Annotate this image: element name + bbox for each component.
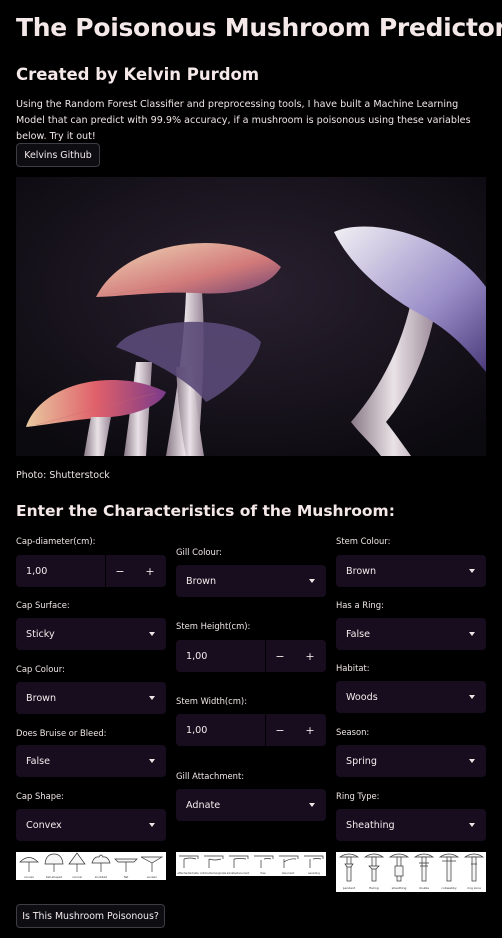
cap-colour-value: Brown [26,692,57,704]
ref-label: pendant [343,886,356,890]
cap-surface-select[interactable]: Sticky [16,618,166,650]
mushroom-photo [16,177,486,456]
ring-type-value: Sheathing [346,819,395,831]
ref-label: sunken [147,875,157,879]
ref-label: double [419,886,429,890]
bruise-bleed-label: Does Bruise or Bleed: [16,728,107,738]
cap-surface-value: Sticky [26,628,55,640]
chevron-down-icon [469,695,475,699]
ring-type-reference-image: pendant flaring sheathing double cobwebb… [336,852,486,892]
chevron-down-icon [469,759,475,763]
cap-diameter-label: Cap-diameter(cm): [16,536,96,546]
page-subtitle: Created by Kelvin Purdom [16,65,260,84]
intro-text: Using the Random Forest Classifier and p… [16,99,471,142]
cap-shape-label: Cap Shape: [16,791,65,801]
season-value: Spring [346,755,377,767]
chevron-down-icon [309,803,315,807]
cap-surface-label: Cap Surface: [16,600,70,610]
stem-colour-select[interactable]: Brown [336,555,486,587]
has-ring-label: Has a Ring: [336,600,384,610]
ref-label: seceding [308,871,320,875]
ref-label: decurrent [282,871,295,875]
ref-label: bell-shaped [46,875,62,879]
ref-label: free [260,871,266,875]
chevron-down-icon [469,632,475,636]
ref-label: ring zone [467,886,481,890]
chevron-down-icon [149,823,155,827]
stem-height-increment-button[interactable]: + [296,640,324,672]
ref-label: knobbed [95,875,107,879]
gill-colour-select[interactable]: Brown [176,565,326,597]
predict-button[interactable]: Is This Mushroom Poisonous? [16,904,165,928]
stem-height-input[interactable]: 1,00 − + [176,640,326,672]
gill-attachment-value: Adnate [186,799,221,811]
chevron-down-icon [149,759,155,763]
ref-label: flat [124,875,129,879]
stem-height-value[interactable]: 1,00 [186,651,207,662]
has-ring-value: False [346,628,371,640]
ref-label: convex [24,875,34,879]
bruise-bleed-value: False [26,755,51,767]
page-title: The Poisonous Mushroom Predictor [16,13,502,42]
ref-label: cobwebby [441,886,456,890]
gill-colour-label: Gill Colour: [176,547,222,557]
ring-type-label: Ring Type: [336,791,380,801]
chevron-down-icon [469,569,475,573]
ref-label: flaring [369,886,379,890]
stem-width-increment-button[interactable]: + [296,714,324,746]
cap-diameter-increment-button[interactable]: + [136,555,164,587]
github-link-button[interactable]: Kelvins Github [16,143,100,167]
stem-height-label: Stem Height(cm): [176,621,251,631]
form-heading: Enter the Characteristics of the Mushroo… [16,502,395,520]
season-label: Season: [336,727,370,737]
stem-height-decrement-button[interactable]: − [266,640,294,672]
cap-diameter-input[interactable]: 1,00 − + [16,555,166,587]
chevron-down-icon [469,823,475,827]
has-ring-select[interactable]: False [336,618,486,650]
stem-colour-label: Stem Colour: [336,536,391,546]
cap-colour-select[interactable]: Brown [16,682,166,714]
ref-label: sheathing [392,886,407,890]
habitat-value: Woods [346,691,378,703]
chevron-down-icon [149,632,155,636]
chevron-down-icon [149,696,155,700]
ring-type-select[interactable]: Sheathing [336,809,486,841]
ref-label: conical [72,875,82,879]
ref-label: adnate/decurrent [227,871,250,875]
cap-shape-select[interactable]: Convex [16,809,166,841]
cap-shape-value: Convex [26,819,62,831]
stem-width-decrement-button[interactable]: − [266,714,294,746]
cap-diameter-value[interactable]: 1,00 [26,566,47,577]
stem-colour-value: Brown [346,565,377,577]
cap-diameter-decrement-button[interactable]: − [106,555,134,587]
habitat-label: Habitat: [336,663,370,673]
season-select[interactable]: Spring [336,745,486,777]
habitat-select[interactable]: Woods [336,681,486,713]
gill-colour-value: Brown [186,575,217,587]
bruise-bleed-select[interactable]: False [16,745,166,777]
chevron-down-icon [309,579,315,583]
photo-caption: Photo: Shutterstock [16,470,110,481]
ref-label: notched/emarginate [200,871,227,875]
cap-colour-label: Cap Colour: [16,664,65,674]
cap-shape-reference-image: convex bell-shaped conical knobbed flat … [16,852,166,880]
gill-attachment-reference-image: attached/adnate notched/emarginate adnat… [176,852,326,876]
gill-attachment-select[interactable]: Adnate [176,789,326,821]
ref-label: attached/adnate [177,871,199,875]
stem-width-label: Stem Width(cm): [176,696,248,706]
stem-width-value[interactable]: 1,00 [186,725,207,736]
stem-width-input[interactable]: 1,00 − + [176,714,326,746]
gill-attachment-label: Gill Attachment: [176,771,245,781]
